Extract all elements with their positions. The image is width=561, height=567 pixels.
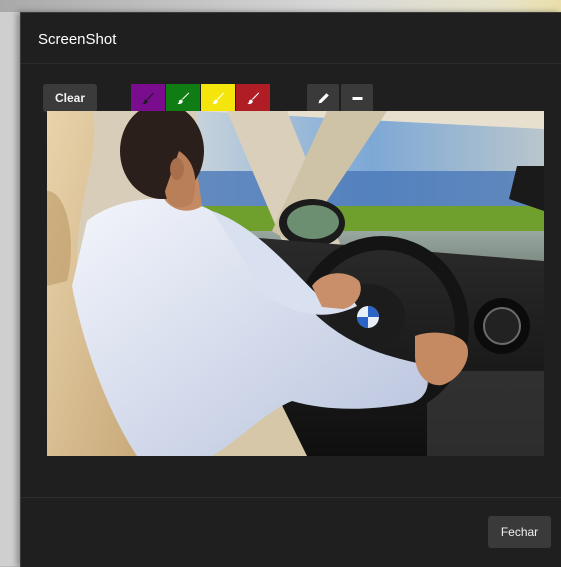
brush-icon [212,92,225,105]
modal-header: ScreenShot [21,13,561,64]
modal-title: ScreenShot [38,31,117,48]
color-swatch-purple[interactable] [131,84,165,112]
pencil-tool-button[interactable] [307,84,339,112]
page-backdrop-strip [0,0,561,12]
clear-button[interactable]: Clear [43,84,97,112]
color-swatch-yellow[interactable] [201,84,235,112]
pencil-icon [318,92,329,103]
brush-icon [247,92,260,105]
modal-footer-divider [21,497,561,498]
line-tool-button[interactable] [341,84,373,112]
minus-icon [352,96,362,100]
driver-photo [47,111,544,456]
screenshot-image[interactable] [47,111,544,456]
brush-icon [142,92,155,105]
color-swatch-red[interactable] [236,84,270,112]
close-button[interactable]: Fechar [488,516,551,548]
brush-icon [177,92,190,105]
color-swatch-green[interactable] [166,84,200,112]
screenshot-modal: ScreenShot Clear Fechar [20,12,561,567]
